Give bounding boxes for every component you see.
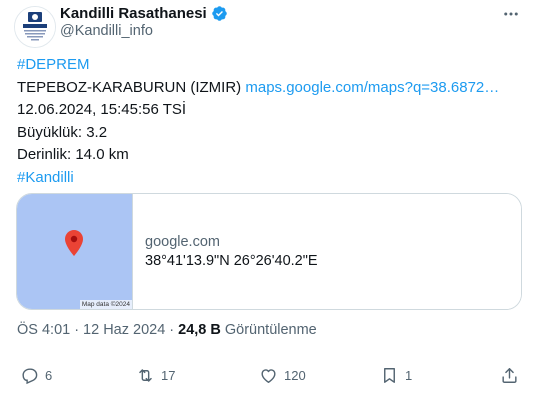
retweet-button[interactable]: 17 [136, 366, 175, 385]
views-label: Görüntülenme [224, 322, 317, 338]
author-name-row: Kandilli Rasathanesi [60, 3, 228, 23]
reply-button[interactable]: 6 [20, 366, 52, 385]
tweet-datetime: 12.06.2024, 15:45:56 TSİ [17, 101, 187, 118]
tweet-meta: ÖS 4:01 · 12 Haz 2024 · 24,8 B Görüntüle… [17, 322, 317, 338]
card-body: google.com 38°41'13.9"N 26°26'40.2"E [133, 194, 521, 309]
author-handle[interactable]: @Kandilli_info [60, 23, 153, 39]
retweet-count: 17 [161, 368, 176, 383]
reply-icon [22, 368, 38, 385]
tweet-depth: Derinlik: 14.0 km [17, 146, 129, 163]
meta-separator: · [74, 322, 80, 338]
tweet-time[interactable]: ÖS 4:01 [17, 322, 70, 338]
retweet-icon [139, 369, 152, 382]
share-icon [502, 368, 517, 383]
tweet-location: TEPEBOZ-KARABURUN (IZMIR) [17, 78, 242, 96]
tweet-text: #DEPREM TEPEBOZ-KARABURUN (IZMIR) maps.g… [17, 54, 527, 189]
tweet-magnitude: Büyüklük: 3.2 [17, 123, 108, 141]
card-domain: google.com [145, 233, 220, 250]
bookmark-button[interactable]: 1 [380, 366, 412, 385]
action-bar: 6 17 120 1 [0, 366, 535, 392]
share-button[interactable] [500, 366, 519, 385]
reply-count: 6 [45, 368, 53, 383]
map-credit: Map data ©2024 [79, 300, 132, 309]
hashtag-deprem[interactable]: #DEPREM [17, 56, 90, 73]
hashtag-kandilli[interactable]: #Kandilli [17, 169, 74, 186]
link-card[interactable]: Map data ©2024 google.com 38°41'13.9"N 2… [16, 193, 522, 310]
like-button[interactable]: 120 [259, 366, 306, 385]
avatar[interactable] [14, 6, 56, 48]
verified-badge-icon[interactable] [211, 5, 228, 22]
kandilli-logo-icon [15, 7, 55, 47]
like-count: 120 [284, 368, 306, 383]
views-count[interactable]: 24,8 B [178, 322, 221, 338]
more-options-icon[interactable] [499, 4, 523, 24]
heart-icon [261, 369, 276, 383]
map-pin-icon [65, 230, 83, 256]
meta-separator: · [169, 322, 175, 338]
map-thumbnail: Map data ©2024 [17, 194, 133, 309]
bookmark-icon [384, 368, 395, 383]
map-link[interactable]: maps.google.com/maps?q=38.6872… [245, 79, 499, 96]
author-display-name[interactable]: Kandilli Rasathanesi [60, 5, 207, 22]
tweet-date[interactable]: 12 Haz 2024 [83, 322, 165, 338]
card-title: 38°41'13.9"N 26°26'40.2"E [145, 252, 318, 269]
bookmark-count: 1 [405, 368, 413, 383]
